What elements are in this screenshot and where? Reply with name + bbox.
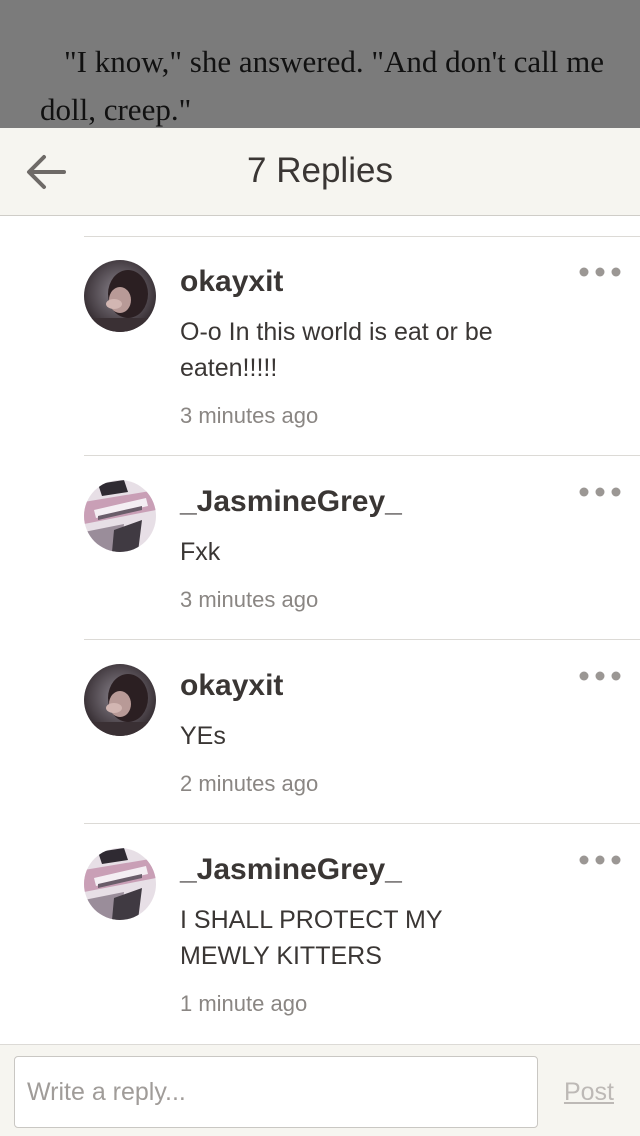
more-options-icon xyxy=(578,480,622,504)
story-background: "I know," she answered. "And don't call … xyxy=(0,0,640,128)
list-item: okayxit YEs 2 minutes ago xyxy=(84,640,640,824)
avatar[interactable] xyxy=(84,480,156,552)
comment-more-button[interactable] xyxy=(578,848,622,872)
replies-list[interactable]: okayxit O-o In this world is eat or be e… xyxy=(0,216,640,1044)
avatar[interactable] xyxy=(84,260,156,332)
comment-timestamp: 3 minutes ago xyxy=(180,403,319,428)
list-item: okayxit O-o In this world is eat or be e… xyxy=(84,236,640,456)
story-paragraph: "I know," she answered. "And don't call … xyxy=(40,44,604,127)
more-options-icon xyxy=(578,260,622,284)
comment-timestamp: 2 minutes ago xyxy=(180,771,319,796)
avatar[interactable] xyxy=(84,664,156,736)
comment-text: YEs xyxy=(180,722,226,750)
more-options-icon xyxy=(578,848,622,872)
more-options-icon xyxy=(578,664,622,688)
comment-username[interactable]: okayxit xyxy=(180,264,283,300)
comment-timestamp: 1 minute ago xyxy=(180,991,308,1016)
avatar[interactable] xyxy=(84,848,156,920)
reply-input[interactable] xyxy=(14,1056,538,1128)
comment-timestamp: 3 minutes ago xyxy=(180,587,319,612)
comment-username[interactable]: _JasmineGrey_ xyxy=(180,852,402,888)
comment-more-button[interactable] xyxy=(578,664,622,688)
page-title: 7 Replies xyxy=(247,151,393,190)
comment-more-button[interactable] xyxy=(578,480,622,504)
comment-more-button[interactable] xyxy=(578,260,622,284)
comment-text: Fxk xyxy=(180,538,221,566)
comment-username[interactable]: _JasmineGrey_ xyxy=(180,484,402,520)
comment-text: O-o In this world is eat or be eaten!!!!… xyxy=(180,318,493,382)
replies-header: 7 Replies xyxy=(0,128,640,216)
list-item: _JasmineGrey_ I SHALL PROTECT MY MEWLY K… xyxy=(84,824,640,1044)
list-item: _JasmineGrey_ Fxk 3 minutes ago xyxy=(84,456,640,640)
comment-username[interactable]: okayxit xyxy=(180,668,283,704)
comment-text: I SHALL PROTECT MY MEWLY KITTERS xyxy=(180,906,443,970)
reply-bar: Post xyxy=(0,1044,640,1136)
post-button[interactable]: Post xyxy=(564,1077,614,1107)
